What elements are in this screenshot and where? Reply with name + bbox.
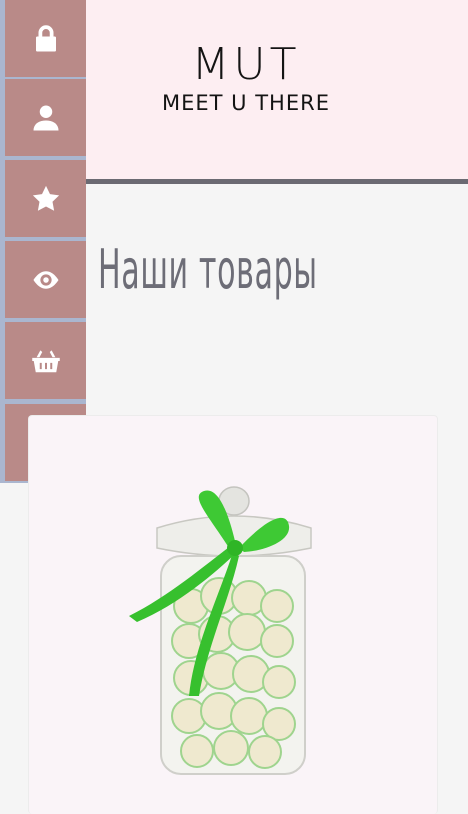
logo[interactable]: MUT MEET U THERE [150,40,342,126]
basket-icon [31,349,60,372]
star-icon [32,185,59,211]
candy-jar-image[interactable] [99,456,319,796]
sidebar-item-basket[interactable] [5,322,86,399]
sidebar-item-user[interactable] [5,79,86,156]
eye-icon [33,270,58,289]
sidebar-item-favorites[interactable] [5,160,86,237]
lock-icon [35,24,56,51]
page-title: Наши товары [98,238,318,301]
user-icon [33,105,58,130]
sidebar-item-view[interactable] [5,241,86,318]
product-card[interactable] [28,415,438,814]
logo-tagline: MEET U THERE [162,91,330,115]
sidebar [0,0,86,483]
sidebar-item-lock[interactable] [5,0,86,77]
logo-main-text: MUT [191,39,301,90]
